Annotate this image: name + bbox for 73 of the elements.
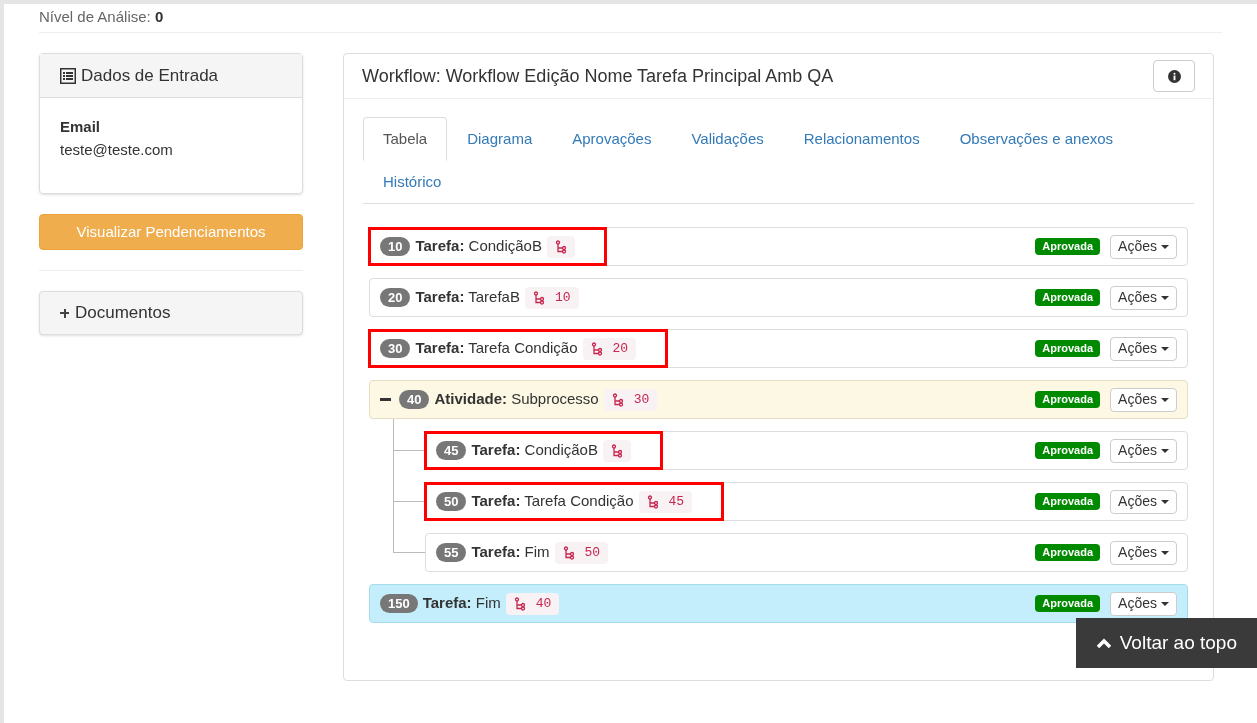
info-button[interactable] [1153,60,1195,92]
task-label: Tarefa: Tarefa Condição [415,338,578,359]
number-badge: 55 [436,543,467,562]
tab[interactable]: Tabela [363,117,448,161]
number-badge: 20 [380,288,411,307]
documents-panel[interactable]: Documentos [39,291,303,335]
actions-dropdown[interactable]: Ações [1110,285,1177,310]
tab[interactable]: Relacionamentos [783,117,940,161]
branch-icon [513,596,526,611]
tab[interactable]: Diagrama [447,117,553,161]
caret-icon [1161,448,1169,453]
dependency-code: 30 [603,388,658,411]
number-badge: 30 [380,339,411,358]
branch-icon [562,545,575,560]
dependency-code: 50 [554,541,609,564]
tab[interactable]: Histórico [363,160,462,204]
number-badge: 150 [380,594,418,613]
number-badge: 40 [399,390,430,409]
actions-dropdown[interactable]: Ações [1110,438,1177,463]
branch-icon [610,443,623,458]
number-badge: 10 [380,237,411,256]
number-badge: 45 [436,441,467,460]
back-to-top-button[interactable]: Voltar ao topo [1075,618,1257,668]
branch-icon [554,239,567,254]
field-label: Email [60,117,102,137]
caret-icon [1161,397,1169,402]
status-label: Aprovada [1035,493,1101,510]
tab[interactable]: Observações e anexos [939,117,1134,161]
caret-icon [1161,550,1169,555]
caret-icon [1161,244,1169,249]
status-label: Aprovada [1035,238,1101,255]
status-label: Aprovada [1035,544,1101,561]
status-label: Aprovada [1035,340,1101,357]
task-label: Atividade: Subprocesso [434,389,599,410]
caret-icon [1161,601,1169,606]
actions-dropdown[interactable]: Ações [1110,540,1177,565]
tab[interactable]: Validações [671,117,784,161]
field-value: teste@teste.com [60,139,174,160]
info-icon [1167,69,1181,83]
task-label: Tarefa: Tarefa Condição [471,491,634,512]
chevron-up-icon [1095,637,1112,649]
caret-icon [1161,499,1169,504]
task-label: Tarefa: TarefaB [415,287,520,308]
branch-icon [532,290,545,305]
task-label: Tarefa: CondiçãoB [415,236,542,257]
branch-icon [590,341,603,356]
dependency-code: 40 [505,592,560,615]
panel-title: Documentos [75,302,171,325]
branch-icon [646,494,659,509]
analysis-level: Nível de Análise: 0 [39,7,164,27]
status-label: Aprovada [1035,595,1101,612]
actions-dropdown[interactable]: Ações [1110,387,1177,412]
branch-icon [611,392,624,407]
status-label: Aprovada [1035,442,1101,459]
caret-icon [1161,346,1169,351]
actions-dropdown[interactable]: Ações [1110,489,1177,514]
tab[interactable]: Aprovações [552,117,672,161]
actions-dropdown[interactable]: Ações [1110,591,1177,616]
task-label: Tarefa: Fim [422,593,501,614]
task-label: Tarefa: CondiçãoB [471,440,598,461]
number-badge: 50 [436,492,467,511]
dependency-code: 10 [524,286,579,309]
dependency-code: 20 [582,337,637,360]
caret-icon [1161,295,1169,300]
actions-dropdown[interactable]: Ações [1110,336,1177,361]
actions-dropdown[interactable]: Ações [1110,234,1177,259]
status-label: Aprovada [1035,289,1101,306]
list-icon [60,67,76,84]
status-label: Aprovada [1035,391,1101,408]
panel-title: Dados de Entrada [81,64,219,87]
task-label: Tarefa: Fim [471,542,550,563]
dependency-code: 45 [638,490,693,513]
workflow-title: Workflow: Workflow Edição Nome Tarefa Principal Amb QA [362,64,834,88]
